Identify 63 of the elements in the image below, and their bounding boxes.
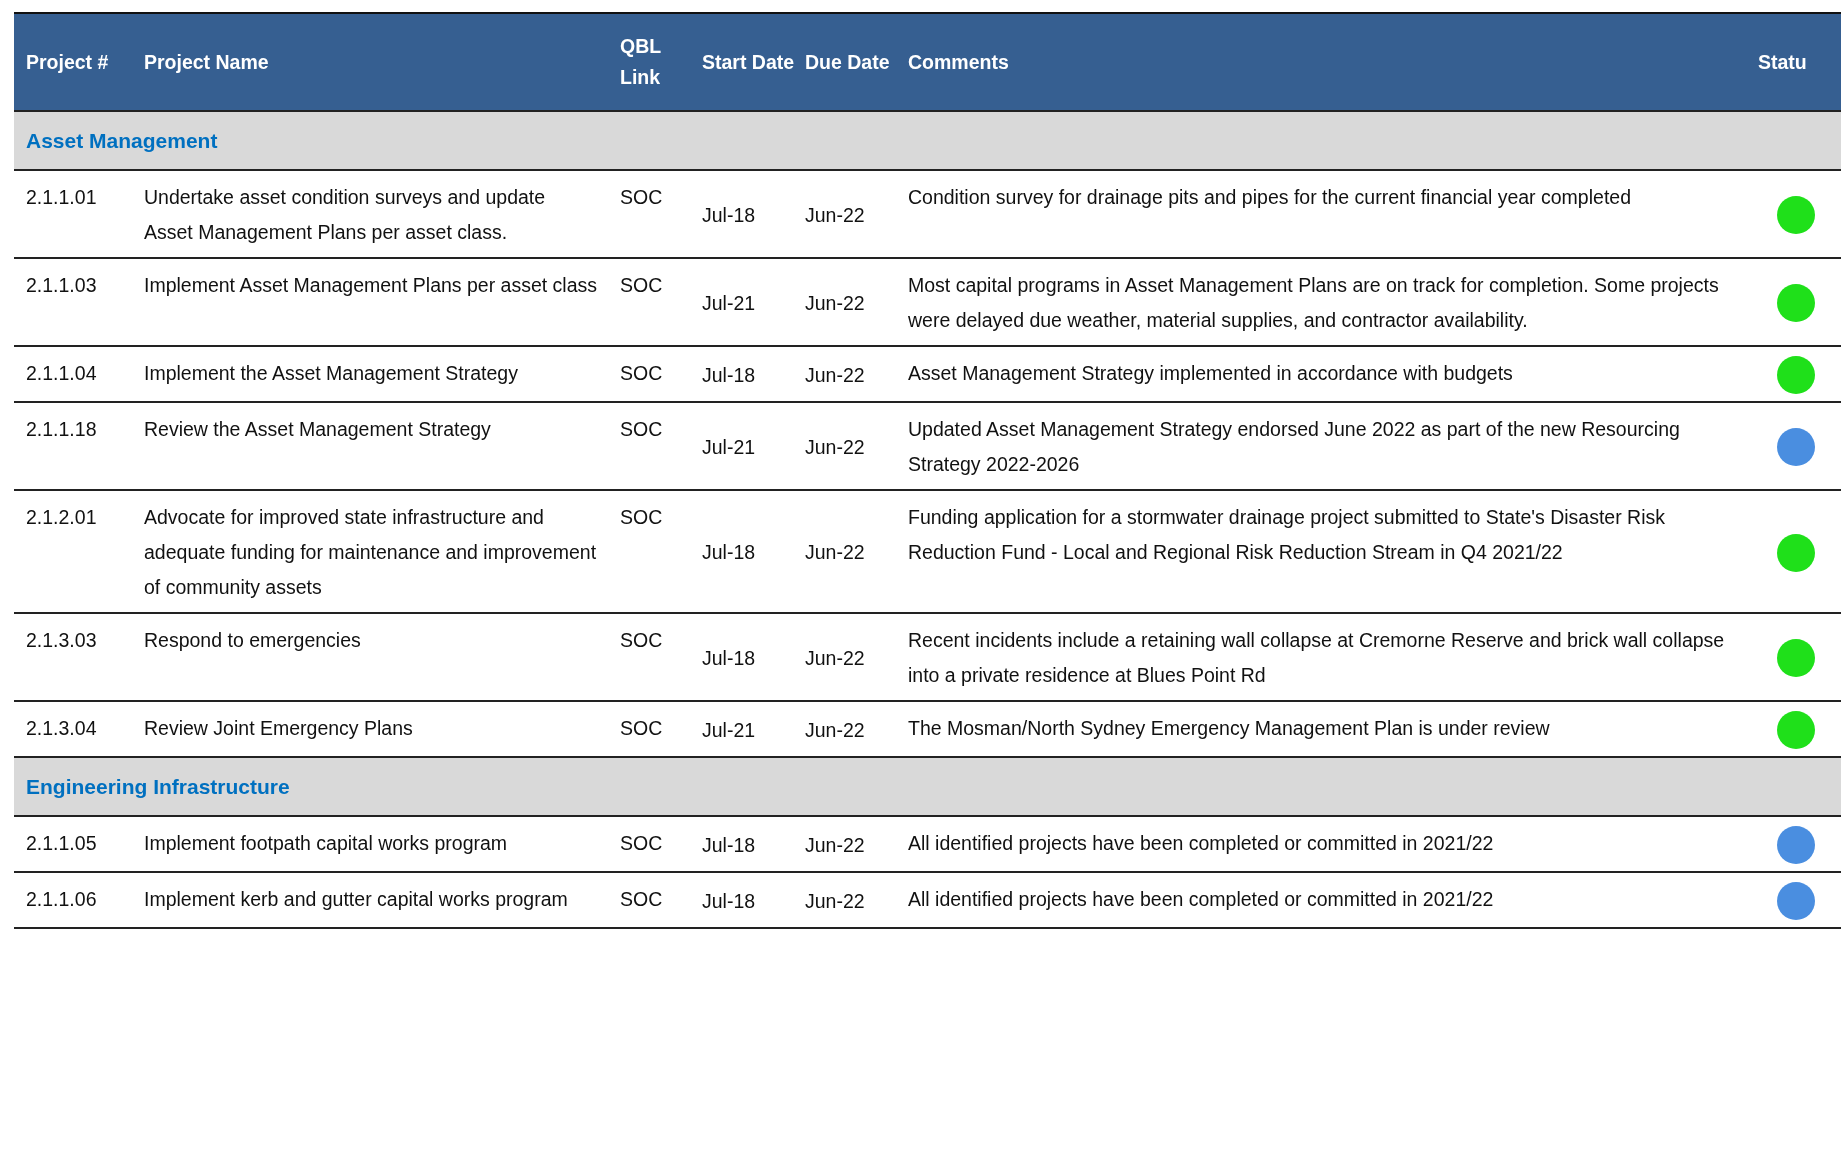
table-cell-text: Jul-21 [701,717,757,743]
table-cell-text: Review Joint Emergency Plans [143,716,414,741]
column-header: Statu [1758,49,1808,75]
table-cell-text: 2.1.1.06 [25,887,98,912]
table-cell-text: SOC [619,273,664,298]
column-header: Due Date [804,49,891,75]
table-cell-text: The Mosman/North Sydney Emergency Management Plan is under review [907,716,1551,741]
table-cell-text: Implement footpath capital works program [143,831,509,856]
column-header: QBL Link [619,34,662,90]
table-cell-text: Respond to emergencies [143,628,362,653]
table-cell-text: Jul-21 [701,434,757,460]
table-cell-text: Jun-22 [804,888,866,914]
table-cell-text: SOC [619,628,664,653]
column-header: Project # [25,49,110,75]
table-cell-text: Jun-22 [804,434,866,460]
table-cell-text: Jun-22 [804,832,866,858]
table-cell-text: Jun-22 [804,540,866,565]
table-cell-text: Most capital programs in Asset Management Plans are on track for completion. Some projects were delayed due weather, material supplies, and contractor availability. [907,273,1720,333]
table-cell-text: Advocate for improved state infrastructure and adequate funding for maintenance and improvement of community assets [143,505,598,600]
table-cell-text: Funding application for a stormwater drainage project submitted to State's Disaster Risk Reduction Fund - Local and Regional Risk Reduction Stream in Q4 2021/22 [907,505,1666,565]
table-cell-text: Undertake asset condition surveys and update Asset Management Plans per asset class. [143,185,547,245]
column-header: Project Name [143,49,270,75]
table-cell-text: Jun-22 [804,645,866,671]
table-cell-text: 2.1.3.04 [25,716,98,741]
column-header: Comments [907,49,1010,75]
table-cell-text: Asset Management Strategy implemented in accordance with budgets [907,361,1514,386]
table-cell-text: SOC [619,505,664,530]
table-cell-text: Jul-18 [701,202,757,228]
table-cell-text: Jul-18 [701,645,757,671]
table-cell-text: 2.1.1.04 [25,361,98,386]
table-cell-text: Updated Asset Management Strategy endorsed June 2022 as part of the new Resourcing Strategy 2022-2026 [907,417,1681,477]
table-cell-text: All identified projects have been completed or committed in 2021/22 [907,831,1495,856]
table-cell-text: SOC [619,887,664,912]
table-cell-text: Jun-22 [804,717,866,743]
table-cell-text: Jun-22 [804,362,866,388]
table-cell-text: SOC [619,716,664,741]
table-cell-text: 2.1.1.18 [25,417,98,442]
group-title: Engineering Infrastructure [26,774,290,799]
table-cell-text: 2.1.1.01 [25,185,98,210]
group-title: Asset Management [26,128,218,153]
table-cell-text: Jul-18 [701,832,757,858]
table-cell-text: SOC [619,417,664,442]
table-cell-text: Condition survey for drainage pits and pipes for the current financial year completed [907,185,1632,210]
table-cell-text: Implement Asset Management Plans per asset class [143,273,599,298]
table-cell-text: Jul-18 [701,540,757,565]
table-cell-text: Implement kerb and gutter capital works program [143,887,569,912]
table-cell-text: SOC [619,185,664,210]
table-cell-text: Implement the Asset Management Strategy [143,361,519,386]
table-cell-text: 2.1.2.01 [25,505,98,530]
table-cell-text: All identified projects have been completed or committed in 2021/22 [907,887,1495,912]
table-cell-text: Jun-22 [804,290,866,316]
table-cell-text: SOC [619,831,664,856]
table-cell-text: Recent incidents include a retaining wall collapse at Cremorne Reserve and brick wall collapse into a private residence at Blues Point Rd [907,628,1726,688]
table-cell-text: Review the Asset Management Strategy [143,417,492,442]
table-cell-text: SOC [619,361,664,386]
table-cell-text: 2.1.3.03 [25,628,98,653]
table-cell-text: Jun-22 [804,202,866,228]
table-cell-text: Jul-21 [701,290,757,316]
table-cell-text: Jul-18 [701,362,757,388]
table-cell-text: 2.1.1.03 [25,273,98,298]
column-header: Start Date [701,49,795,75]
table-cell-text: 2.1.1.05 [25,831,98,856]
table-cell-text: Jul-18 [701,888,757,914]
